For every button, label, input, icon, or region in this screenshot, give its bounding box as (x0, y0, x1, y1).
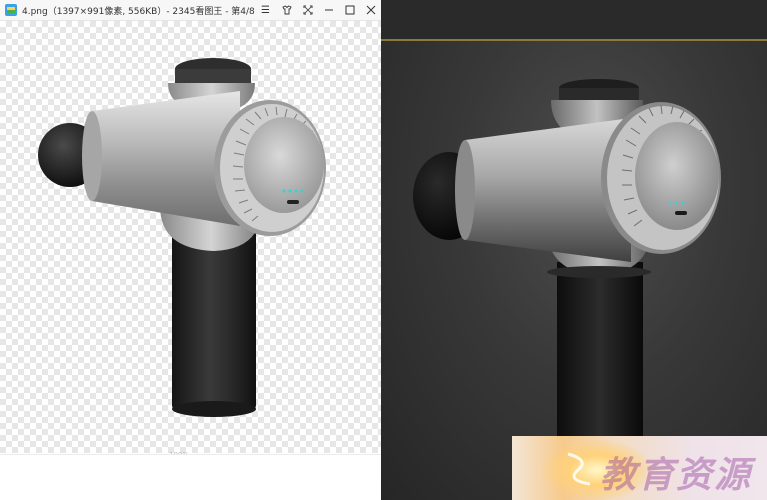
skin-icon[interactable] (276, 0, 297, 20)
viewer-bottom-bar (0, 454, 381, 500)
massage-gun-image (38, 58, 326, 417)
watermark-logo-icon (567, 452, 591, 486)
maximize-icon[interactable] (339, 0, 360, 20)
close-icon[interactable] (360, 0, 381, 20)
watermark-text: 教育资源 (600, 454, 753, 496)
app-icon (5, 4, 17, 16)
3d-viewport[interactable] (381, 0, 767, 500)
watermark-overlay: 教育资源 (512, 436, 767, 500)
image-canvas[interactable]: 100% (0, 21, 381, 459)
title-bar[interactable]: 4.png（1397×991像素, 556KB）- 2345看图王 - 第4/8… (0, 0, 381, 21)
window-title: 4.png（1397×991像素, 556KB）- 2345看图王 - 第4/8… (22, 6, 255, 17)
fullscreen-icon[interactable] (297, 0, 318, 20)
image-viewer-window: 4.png（1397×991像素, 556KB）- 2345看图王 - 第4/8… (0, 0, 381, 500)
massage-gun-render (413, 79, 721, 500)
minimize-icon[interactable] (318, 0, 339, 20)
menu-icon[interactable]: ☰ (255, 0, 276, 20)
